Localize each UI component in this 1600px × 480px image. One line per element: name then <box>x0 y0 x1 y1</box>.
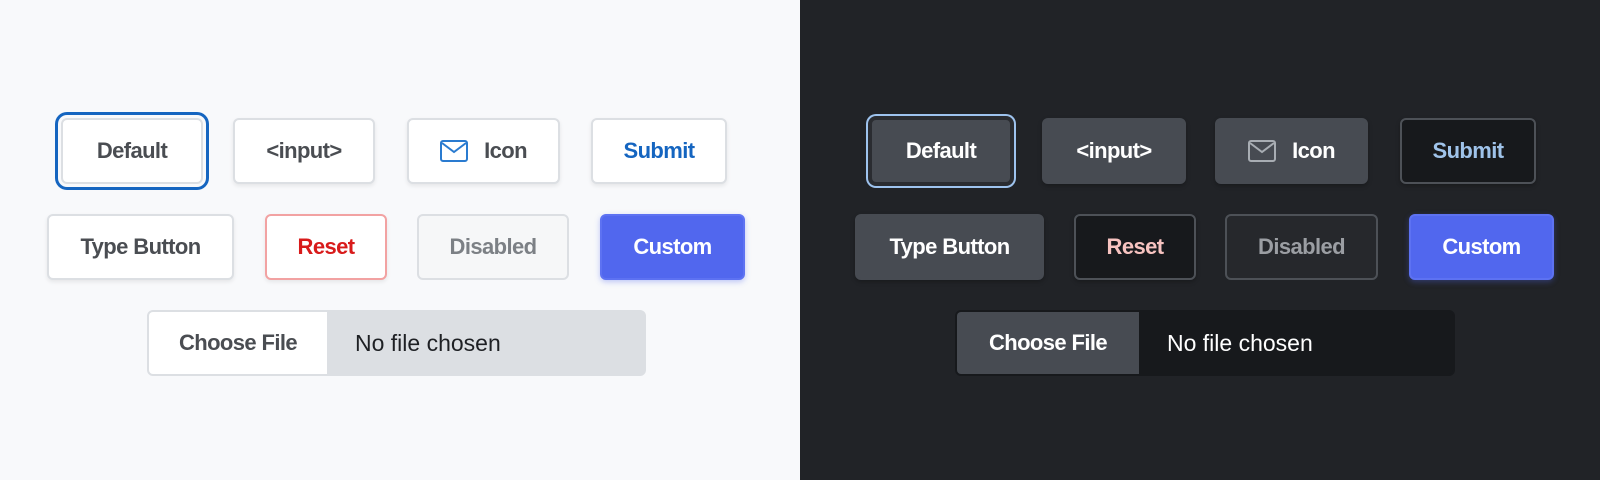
type-button[interactable]: Type Button <box>855 214 1044 280</box>
default-button-label: Default <box>905 138 977 163</box>
input-button[interactable]: <input> <box>233 118 375 184</box>
custom-button[interactable]: Custom <box>1409 214 1554 280</box>
dark-theme-panel: Default <input> Icon Submit Type Button … <box>800 0 1600 480</box>
icon-button[interactable]: Icon <box>1215 118 1368 184</box>
envelope-icon <box>440 140 469 162</box>
file-status-text: No file chosen <box>1167 329 1313 356</box>
disabled-button-label: Disabled <box>1258 234 1346 259</box>
light-theme-panel: Default <input> Icon Submit Type Button … <box>0 0 800 480</box>
submit-button[interactable]: Submit <box>591 118 727 184</box>
choose-file-label: Choose File <box>988 330 1108 355</box>
type-button-label: Type Button <box>889 234 1010 259</box>
icon-button-label: Icon <box>484 138 527 163</box>
icon-button-label: Icon <box>1292 138 1335 163</box>
icon-button[interactable]: Icon <box>407 118 560 184</box>
custom-button-label: Custom <box>1442 234 1521 259</box>
default-button[interactable]: Default <box>61 118 203 184</box>
choose-file-label: Choose File <box>178 330 298 355</box>
type-button[interactable]: Type Button <box>47 214 234 280</box>
choose-file-button[interactable]: Choose File <box>957 312 1139 374</box>
submit-button-label: Submit <box>1432 138 1505 163</box>
input-button-label: <input> <box>1076 138 1152 163</box>
file-input[interactable]: Choose File No file chosen <box>955 310 1455 376</box>
reset-button[interactable]: Reset <box>265 214 387 280</box>
envelope-icon <box>1248 140 1277 162</box>
custom-button-label: Custom <box>633 234 712 259</box>
file-status-text: No file chosen <box>355 329 501 356</box>
default-button-label: Default <box>96 138 168 163</box>
submit-button-label: Submit <box>623 138 696 163</box>
input-button-label: <input> <box>266 138 342 163</box>
default-button[interactable]: Default <box>870 118 1012 184</box>
submit-button[interactable]: Submit <box>1400 118 1536 184</box>
reset-button[interactable]: Reset <box>1074 214 1196 280</box>
disabled-button-label: Disabled <box>449 234 538 259</box>
choose-file-button[interactable]: Choose File <box>149 312 327 374</box>
disabled-button: Disabled <box>1225 214 1378 280</box>
reset-button-label: Reset <box>297 234 356 259</box>
custom-button[interactable]: Custom <box>600 214 745 280</box>
file-input[interactable]: Choose File No file chosen <box>147 310 646 376</box>
disabled-button: Disabled <box>417 214 569 280</box>
type-button-label: Type Button <box>80 234 201 259</box>
input-button[interactable]: <input> <box>1042 118 1186 184</box>
reset-button-label: Reset <box>1106 234 1165 259</box>
